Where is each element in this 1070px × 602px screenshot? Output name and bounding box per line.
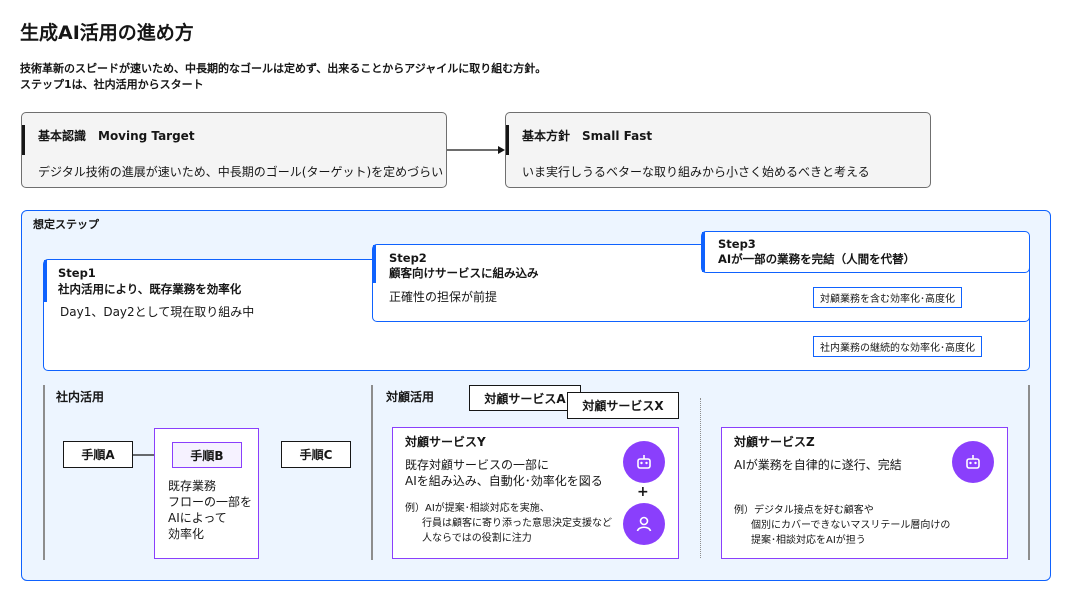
service-y-body: 既存対顧サービスの一部に AIを組み込み、自動化･効率化を図る xyxy=(405,457,603,489)
service-y-body-line: AIを組み込み、自動化･効率化を図る xyxy=(405,474,603,488)
step1-desc: Day1、Day2として現在取り組み中 xyxy=(60,305,255,319)
service-z-example: 例）デジタル接点を好む顧客や 個別にカバーできないマスリテール層向けの 提案･相… xyxy=(734,503,950,548)
basic-recognition-body: デジタル技術の進展が速いため、中長期のゴール(ターゲット)を定めづらい xyxy=(38,165,444,179)
page-title: 生成AI活用の進め方 xyxy=(20,22,194,44)
service-z-example-line: 例）デジタル接点を好む顧客や xyxy=(734,505,874,516)
customer-label: 対顧活用 xyxy=(386,390,435,404)
service-y-example: 例）AIが提案･相談対応を実施、 行員は顧客に寄り添った意思決定支援など 人なら… xyxy=(405,501,612,546)
service-y-body-line: 既存対顧サービスの一部に xyxy=(405,458,550,472)
basic-policy-card: 基本方針 Small Fast いま実行しうるベターな取り組みから小さく始めるべ… xyxy=(505,112,931,188)
procedure-b-desc-line: 既存業務 xyxy=(168,479,217,493)
subtitle-line-2: ステップ1は、社内活用からスタート xyxy=(20,78,204,91)
procedure-b-desc: 既存業務 フローの一部を AIによって 効率化 xyxy=(168,478,252,542)
procedure-b-desc-line: AIによって xyxy=(168,511,227,525)
subtitle-line-1: 技術革新のスピードが速いため、中長期的なゴールは定めず、出来ることからアジャイル… xyxy=(20,62,547,75)
robot-icon xyxy=(952,441,994,483)
step3-title: AIが一部の業務を完結（人間を代替） xyxy=(718,252,916,266)
service-y-example-line: 人ならではの役割に注力 xyxy=(422,533,532,544)
procedure-a: 手順A xyxy=(63,441,133,468)
divider-right xyxy=(1028,385,1030,560)
basic-policy-heading: 基本方針 Small Fast xyxy=(522,129,653,143)
service-z-body: AIが業務を自律的に遂行、完結 xyxy=(734,458,902,472)
plus-sign: + xyxy=(637,484,649,500)
step3-accent-bar xyxy=(702,232,705,272)
step2-name: Step2 xyxy=(389,251,427,265)
basic-recognition-card: 基本認識 Moving Target デジタル技術の進展が速いため、中長期のゴー… xyxy=(21,112,447,188)
basic-recognition-heading: 基本認識 Moving Target xyxy=(38,129,195,143)
service-y-title: 対顧サービスY xyxy=(405,435,486,449)
step1-accent-bar xyxy=(44,260,47,302)
procedure-b-desc-line: フローの一部を xyxy=(168,495,253,509)
service-z-title: 対顧サービスZ xyxy=(734,435,815,449)
divider-internal xyxy=(43,385,45,560)
step1-title: 社内活用により、既存業務を効率化 xyxy=(58,282,242,296)
service-y-example-line: 行員は顧客に寄り添った意思決定支援など xyxy=(422,518,612,529)
arrow-right-icon xyxy=(447,146,505,154)
procedure-b: 手順B xyxy=(172,442,242,468)
step2-title: 顧客向けサービスに組み込み xyxy=(389,266,539,280)
step1-name: Step1 xyxy=(58,266,96,280)
card-accent-bar xyxy=(506,125,509,155)
step2-accent-bar xyxy=(373,245,376,283)
service-y-example-line: 例）AIが提案･相談対応を実施、 xyxy=(405,503,550,514)
card-accent-bar xyxy=(22,125,25,155)
divider-customer xyxy=(371,385,373,560)
tag-customer-efficiency: 対顧業務を含む効率化･高度化 xyxy=(813,287,962,308)
step3-name: Step3 xyxy=(718,237,756,251)
procedure-c: 手順C xyxy=(281,441,351,468)
service-z-example-line: 提案･相談対応をAIが担う xyxy=(751,535,866,546)
step3-box: Step3 AIが一部の業務を完結（人間を代替） xyxy=(701,231,1030,273)
robot-icon xyxy=(623,441,665,483)
procedure-b-desc-line: 効率化 xyxy=(168,527,205,541)
person-icon xyxy=(623,503,665,545)
divider-dotted xyxy=(700,398,701,558)
service-z-example-line: 個別にカバーできないマスリテール層向けの xyxy=(751,520,951,531)
steps-section-label: 想定ステップ xyxy=(33,218,99,231)
basic-policy-body: いま実行しうるベターな取り組みから小さく始めるべきと考える xyxy=(522,165,870,179)
customer-service-x: 対顧サービスX xyxy=(567,392,679,419)
customer-service-a: 対顧サービスA xyxy=(469,385,581,411)
step2-desc: 正確性の担保が前提 xyxy=(389,290,498,304)
internal-label: 社内活用 xyxy=(56,390,105,404)
tag-internal-efficiency: 社内業務の継続的な効率化･高度化 xyxy=(813,336,982,357)
